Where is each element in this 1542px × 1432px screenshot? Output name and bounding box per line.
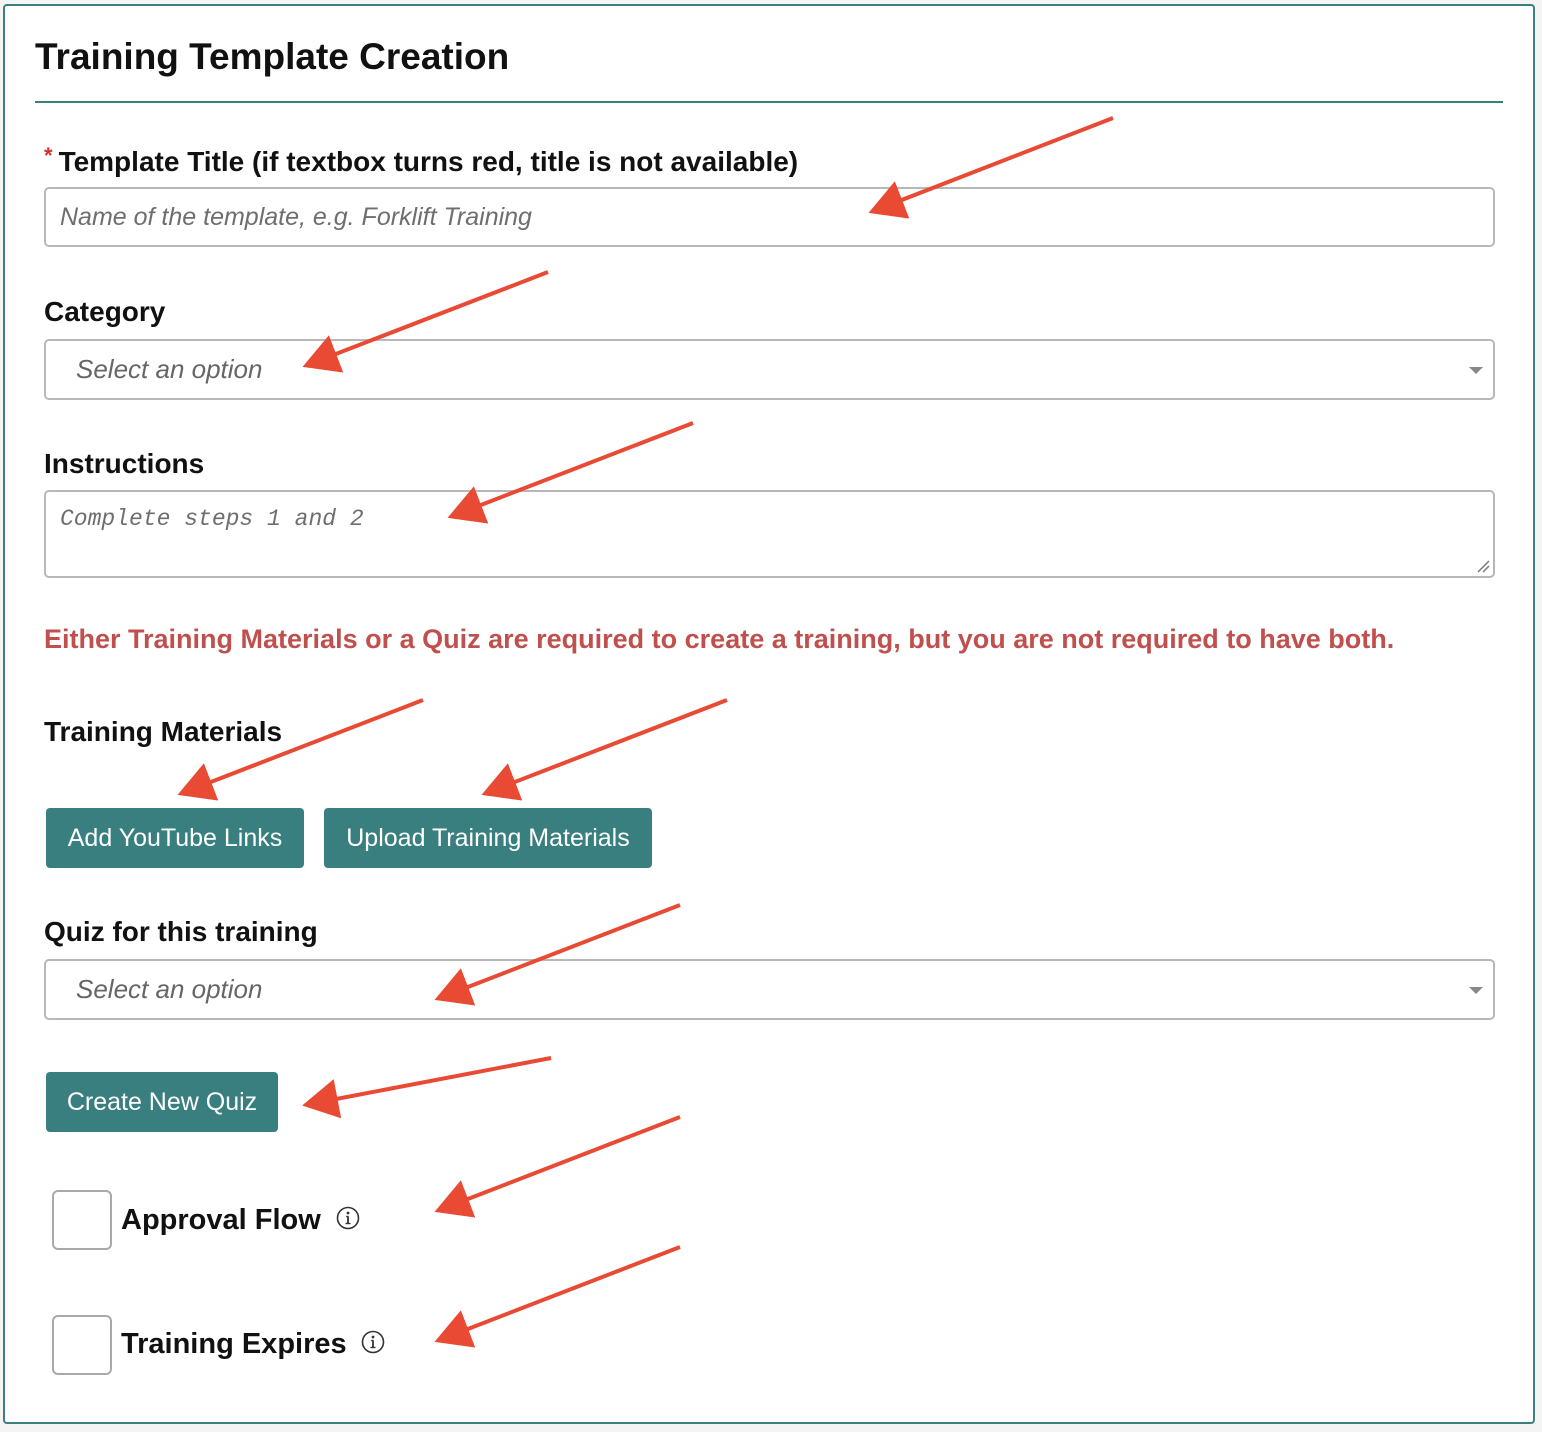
chevron-down-icon xyxy=(1469,367,1483,374)
training-materials-label: Training Materials xyxy=(44,716,283,747)
page-title: Training Template Creation xyxy=(35,36,510,77)
training-expires-checkbox[interactable] xyxy=(52,1315,112,1375)
required-marker: * xyxy=(44,143,53,168)
template-title-label: * Template Title (if textbox turns red, t… xyxy=(44,143,798,178)
upload-training-materials-button[interactable]: Upload Training Materials xyxy=(324,808,652,868)
approval-flow-label: Approval Flow xyxy=(121,1204,321,1236)
quiz-selected-value: Select an option xyxy=(76,974,263,1004)
template-title-label-text: Template Title (if textbox turns red, ti… xyxy=(58,146,799,177)
instructions-label: Instructions xyxy=(44,448,205,479)
info-circle-icon[interactable] xyxy=(336,1206,360,1230)
create-new-quiz-button[interactable]: Create New Quiz xyxy=(46,1072,278,1132)
training-expires-label: Training Expires xyxy=(121,1328,347,1360)
category-select[interactable]: Select an option xyxy=(44,339,1495,400)
add-youtube-links-button[interactable]: Add YouTube Links xyxy=(46,808,304,868)
category-selected-value: Select an option xyxy=(76,354,263,384)
requirement-notice: Either Training Materials or a Quiz are … xyxy=(44,624,1395,654)
chevron-down-icon xyxy=(1469,987,1483,994)
approval-flow-checkbox[interactable] xyxy=(52,1190,112,1250)
instructions-textarea[interactable] xyxy=(44,490,1495,578)
category-label: Category xyxy=(44,296,166,327)
quiz-select[interactable]: Select an option xyxy=(44,959,1495,1020)
quiz-label: Quiz for this training xyxy=(44,916,318,947)
info-circle-icon[interactable] xyxy=(361,1330,385,1354)
template-title-input[interactable] xyxy=(44,187,1495,247)
resize-grip-icon[interactable] xyxy=(1476,559,1490,573)
title-divider xyxy=(35,101,1503,103)
